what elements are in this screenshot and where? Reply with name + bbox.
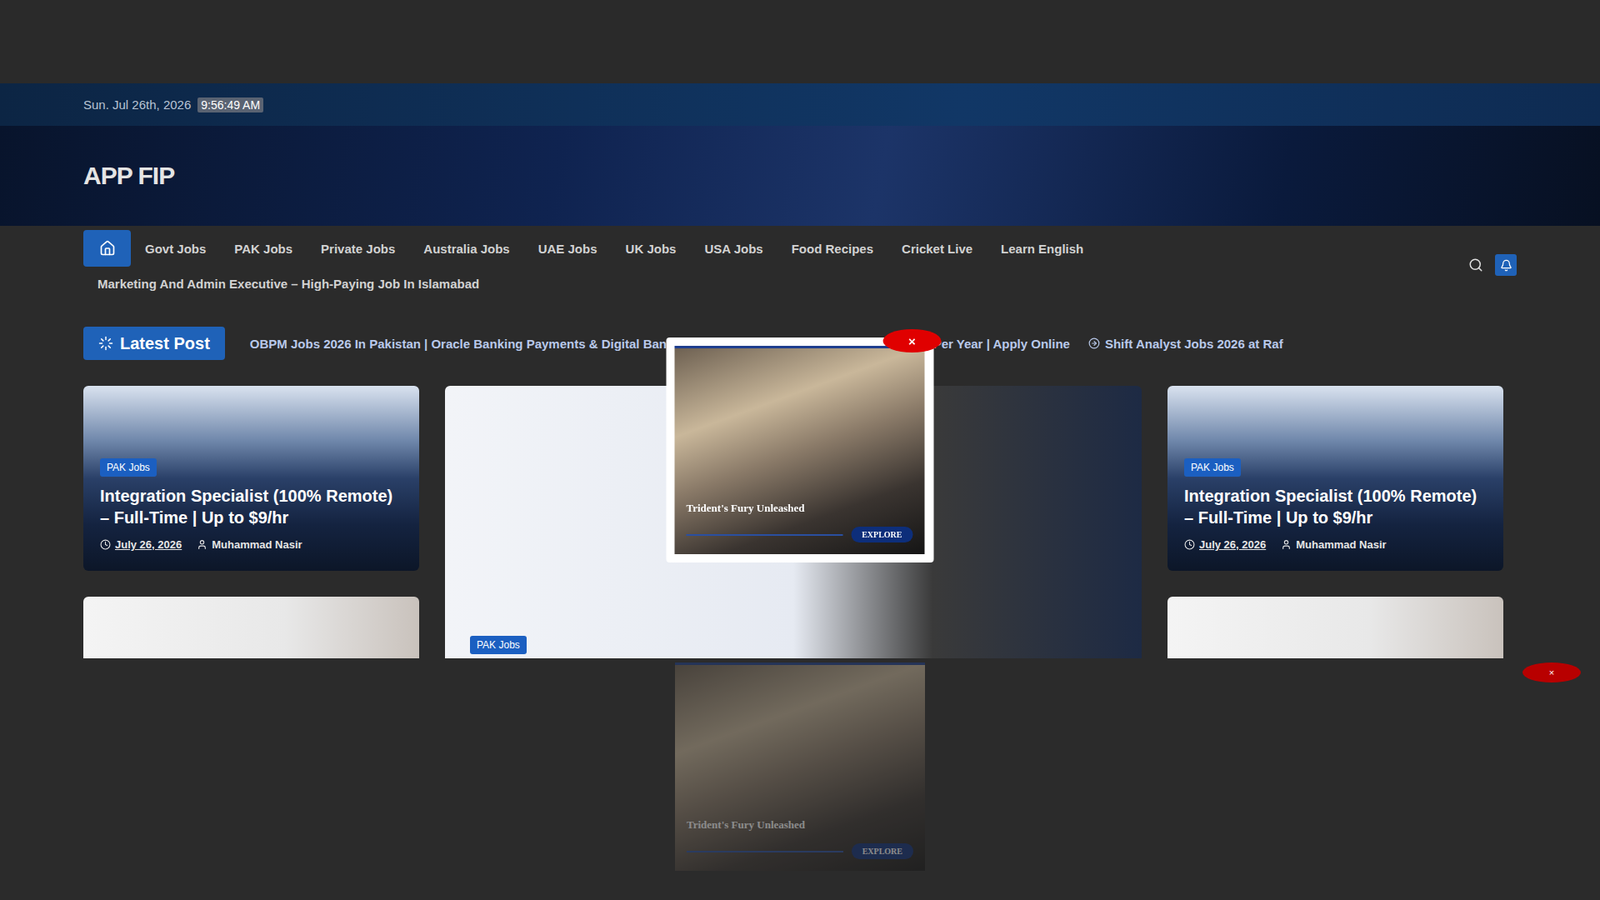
ticker-item[interactable]: OBPM Jobs 2026 In Pakistan | Oracle Bank… [250, 336, 675, 351]
sub-menu-item[interactable]: Marketing And Admin Executive – High-Pay… [97, 276, 480, 291]
clock-icon [100, 539, 111, 550]
ad-title: Trident's Fury Unleashed [686, 818, 914, 832]
menu: Govt JobsPAK JobsPrivate JobsAustralia J… [83, 230, 1469, 267]
popup-button[interactable]: EXPLORE [850, 526, 913, 543]
menu-item[interactable]: Private Jobs [306, 241, 410, 256]
popup-ad: Trident's Fury UnleashedEXPLORE× [666, 337, 935, 563]
post-meta: July 26, 2026 Muhammad Nasir [1184, 538, 1487, 551]
menu-item[interactable]: UAE Jobs [524, 241, 612, 256]
home-icon [99, 240, 116, 257]
arrow-icon [1088, 337, 1100, 350]
category-badge[interactable]: PAK Jobs [100, 458, 157, 477]
post-card[interactable]: PAK Jobs Integration Specialist (100% Rem… [1167, 385, 1504, 571]
nav: Govt JobsPAK JobsPrivate JobsAustralia J… [0, 225, 1600, 305]
notification-button[interactable] [1495, 254, 1517, 276]
menu-item[interactable]: PAK Jobs [220, 241, 307, 256]
top-bar: Sun. Jul 26th, 2026 9:56:49 AM [0, 83, 1600, 126]
bottom-ad-bar: Trident's Fury Unleashed EXPLORE × [0, 658, 1600, 900]
header: APP FIP [0, 125, 1600, 226]
ad-line [686, 850, 844, 853]
post-date[interactable]: July 26, 2026 [115, 538, 182, 551]
ad-button[interactable]: EXPLORE [851, 843, 914, 860]
menu-item[interactable]: Australia Jobs [409, 241, 524, 256]
popup-line [686, 534, 844, 536]
popup-close-button[interactable]: × [883, 329, 942, 353]
time: 9:56:49 AM [197, 97, 264, 113]
menu-item[interactable]: USA Jobs [690, 241, 777, 256]
menu-item[interactable]: Govt Jobs [130, 241, 220, 256]
post-card[interactable]: PAK Jobs Integration Specialist (100% Rem… [83, 385, 420, 571]
date: Sun. Jul 26th, 2026 [83, 97, 191, 112]
search-icon[interactable] [1468, 257, 1484, 273]
category-badge[interactable]: PAK Jobs [470, 635, 527, 655]
bell-icon [1500, 259, 1513, 272]
bottom-ad[interactable]: Trident's Fury Unleashed EXPLORE [675, 662, 925, 871]
home-button[interactable] [83, 230, 131, 267]
post-author[interactable]: Muhammad Nasir [1295, 538, 1386, 551]
menu-item[interactable]: Learn English [986, 241, 1098, 256]
ad-close-button[interactable]: × [1522, 662, 1581, 683]
popup-creative[interactable]: Trident's Fury Unleashed EXPLORE [675, 345, 925, 555]
site-title[interactable]: APP FIP [83, 161, 175, 190]
sub-menu: Marketing And Admin Executive – High-Pay… [83, 266, 1469, 300]
user-icon [196, 539, 208, 550]
post-title[interactable]: Integration Specialist (100% Remote) – F… [100, 485, 403, 529]
ticker-item[interactable]: Shift Analyst Jobs 2026 at Raf [1088, 336, 1284, 351]
post-meta: July 26, 2026 Muhammad Nasir [100, 538, 403, 551]
post-date[interactable]: July 26, 2026 [1199, 538, 1266, 551]
post-title[interactable]: Integration Specialist (100% Remote) – F… [1184, 485, 1487, 529]
post-author[interactable]: Muhammad Nasir [211, 538, 302, 551]
popup-title: Trident's Fury Unleashed [686, 501, 914, 515]
menu-item[interactable]: Food Recipes [777, 241, 888, 256]
category-badge[interactable]: PAK Jobs [1184, 458, 1241, 477]
menu-item[interactable]: UK Jobs [611, 241, 691, 256]
latest-post-badge: Latest Post [83, 326, 225, 360]
user-icon [1280, 539, 1292, 550]
clock-icon [1184, 539, 1195, 550]
menu-item[interactable]: Cricket Live [887, 241, 987, 256]
ad-slot [0, 0, 1600, 84]
spinner-icon [98, 335, 114, 351]
